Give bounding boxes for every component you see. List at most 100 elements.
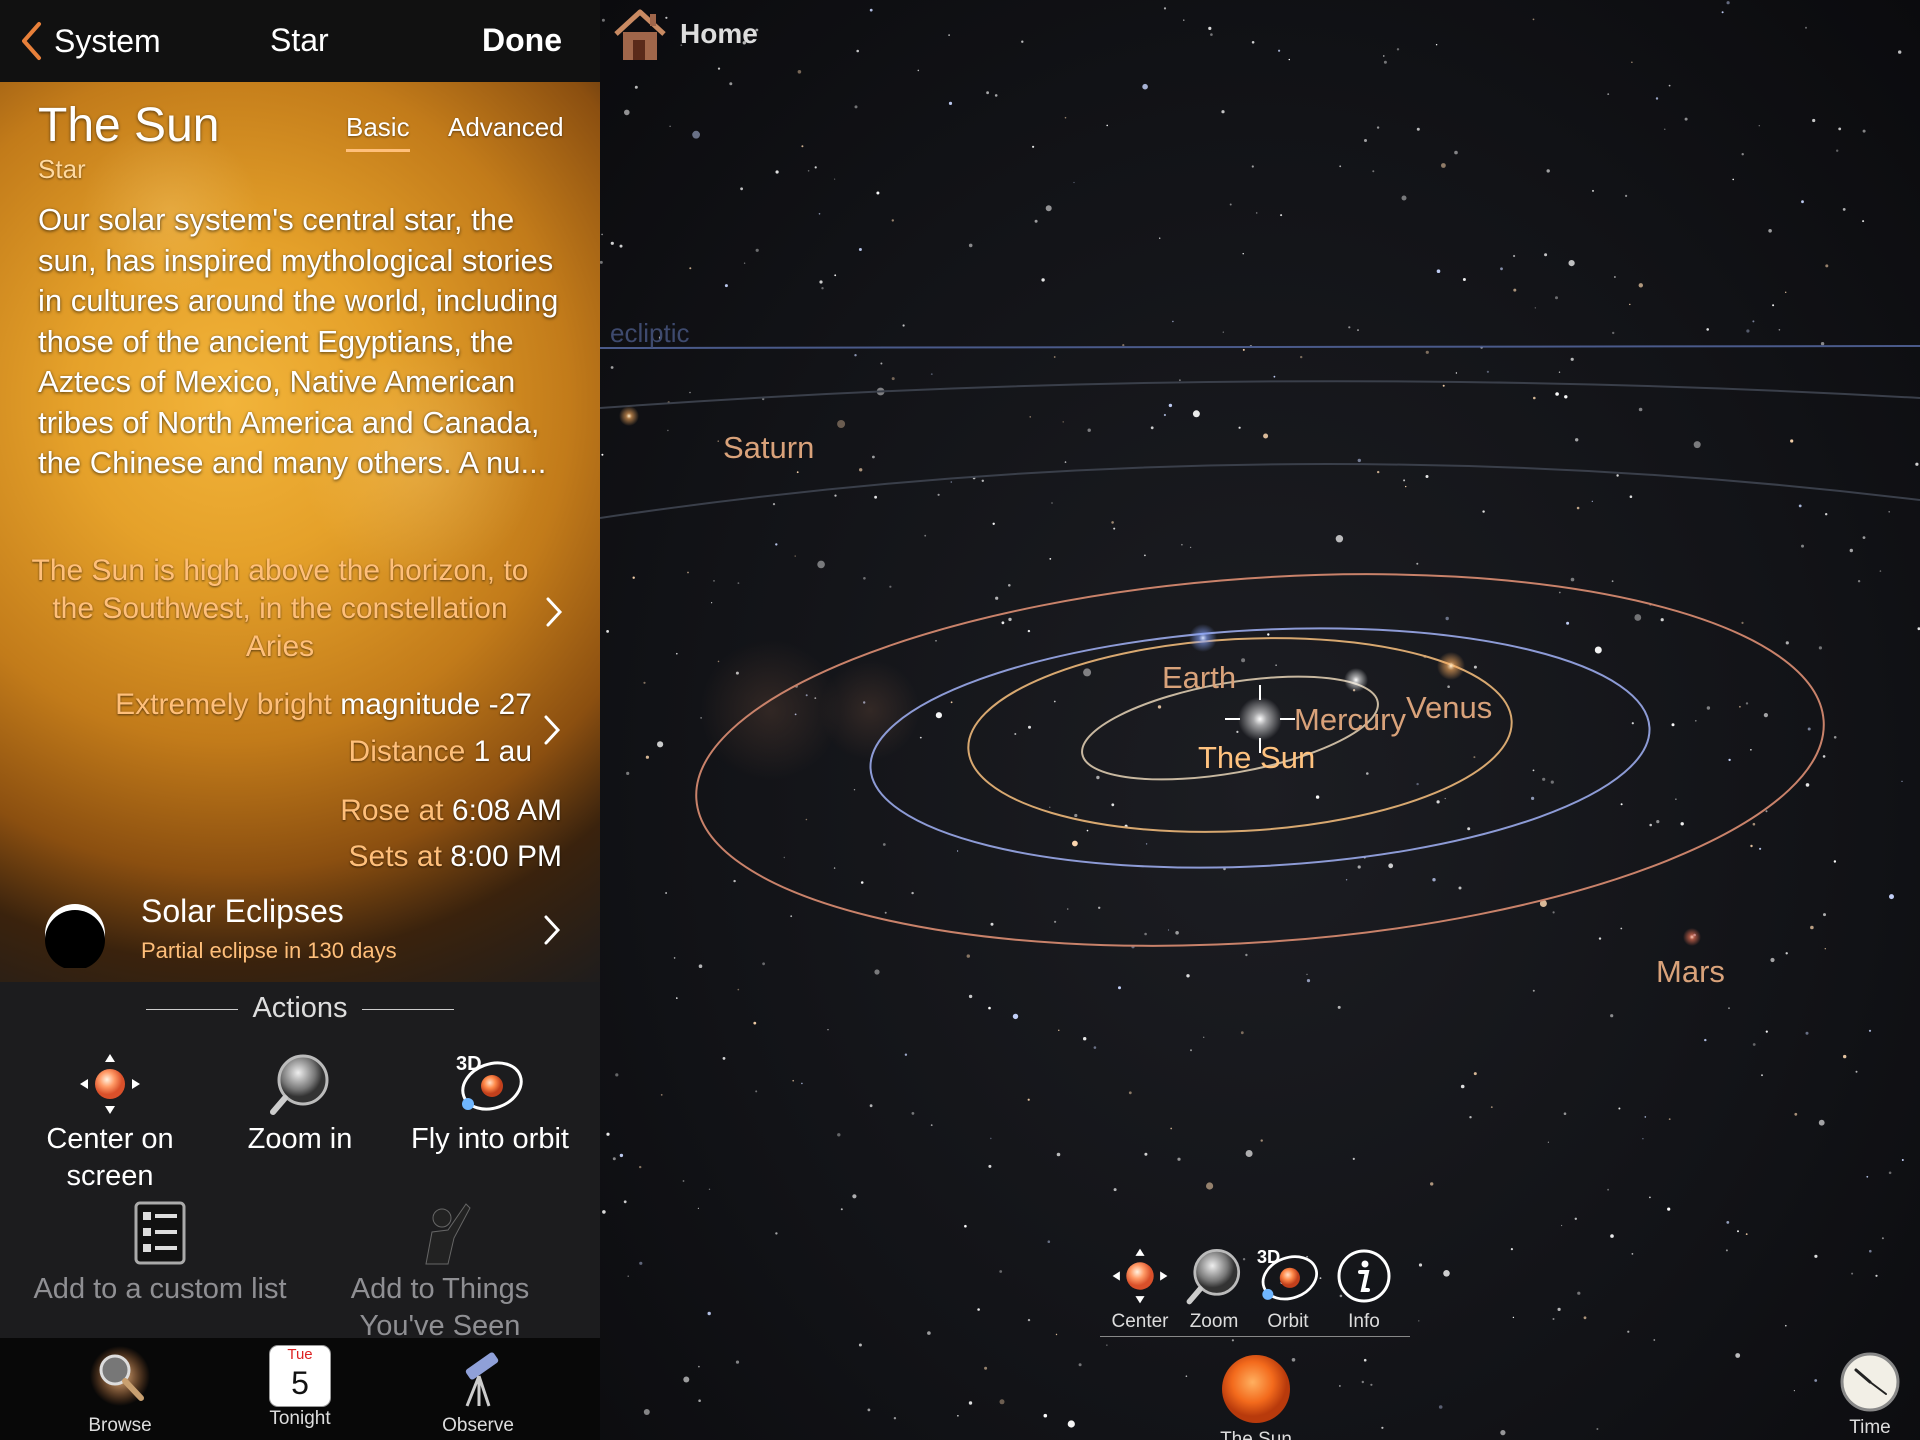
zoom-button[interactable]: Zoom xyxy=(1176,1246,1252,1333)
star xyxy=(927,1331,931,1335)
tab-tonight[interactable]: Tue 5 Tonight xyxy=(240,1346,360,1430)
star xyxy=(1591,500,1593,502)
star xyxy=(634,85,638,89)
center-on-screen-button[interactable]: Center on screen xyxy=(20,1052,200,1195)
star xyxy=(1616,474,1619,477)
back-button[interactable]: System xyxy=(20,18,161,64)
star xyxy=(1435,44,1438,46)
star xyxy=(1862,536,1866,539)
earth-planet[interactable] xyxy=(1189,624,1217,652)
star xyxy=(1045,205,1052,212)
tab-basic[interactable]: Basic xyxy=(346,112,410,152)
selected-object-button[interactable]: The Sun xyxy=(1206,1350,1306,1440)
center-button[interactable]: Center xyxy=(1102,1246,1178,1333)
star xyxy=(1467,827,1471,831)
saturn-label[interactable]: Saturn xyxy=(723,430,814,465)
star xyxy=(930,1124,933,1126)
add-to-custom-list-button[interactable]: Add to a custom list xyxy=(10,1200,310,1308)
star xyxy=(834,274,837,277)
star xyxy=(610,241,614,245)
venus-orbit xyxy=(967,637,1513,833)
sky-position-row[interactable]: The Sun is high above the horizon, to th… xyxy=(30,552,590,672)
star xyxy=(950,481,953,483)
star xyxy=(858,1343,862,1347)
star xyxy=(1824,948,1827,950)
star xyxy=(729,82,733,86)
done-button[interactable]: Done xyxy=(482,22,562,59)
star xyxy=(1113,1188,1117,1192)
star xyxy=(869,8,873,12)
star xyxy=(1684,117,1688,121)
star xyxy=(1631,722,1634,725)
saturn-planet[interactable] xyxy=(619,406,639,426)
star xyxy=(1532,18,1535,21)
star xyxy=(1510,1248,1513,1251)
star xyxy=(984,1366,988,1370)
tab-observe[interactable]: Observe xyxy=(418,1346,538,1437)
tab-browse[interactable]: Browse xyxy=(60,1346,180,1437)
sun-marker[interactable] xyxy=(1238,697,1282,741)
star xyxy=(817,560,825,569)
star xyxy=(676,997,678,999)
add-to-things-seen-button[interactable]: Add to Things You've Seen xyxy=(320,1200,560,1340)
time-button[interactable]: Time xyxy=(1830,1350,1910,1439)
star xyxy=(1557,1307,1561,1311)
venus-label[interactable]: Venus xyxy=(1406,690,1492,725)
star xyxy=(1634,614,1642,621)
star xyxy=(772,503,776,506)
sky-view[interactable]: ecliptic Saturn Earth Mercury Venus The … xyxy=(600,0,1920,1440)
magnifier-icon xyxy=(270,1054,329,1115)
star xyxy=(1388,863,1394,869)
star xyxy=(1500,267,1503,271)
star xyxy=(1915,462,1919,466)
chevron-right-icon xyxy=(544,915,561,945)
star xyxy=(1245,1150,1253,1157)
home-button[interactable]: Home xyxy=(612,4,758,64)
orbit-button[interactable]: 3D Orbit xyxy=(1250,1246,1326,1333)
mars-planet[interactable] xyxy=(1683,928,1701,946)
solar-eclipses-row[interactable]: Solar Eclipses Partial eclipse in 130 da… xyxy=(0,888,600,978)
star xyxy=(1028,725,1031,729)
object-name: The Sun xyxy=(38,99,220,152)
star xyxy=(1801,544,1804,548)
mercury-label[interactable]: Mercury xyxy=(1294,702,1406,737)
star xyxy=(1833,860,1837,863)
solar-system-map[interactable]: ecliptic Saturn Earth Mercury Venus The … xyxy=(600,0,1920,1440)
brightness-row[interactable]: Extremely bright magnitude -27 xyxy=(115,688,532,722)
star xyxy=(687,571,689,574)
venus-planet[interactable] xyxy=(1437,652,1465,680)
object-description[interactable]: Our solar system's central star, the sun… xyxy=(38,200,578,484)
star xyxy=(1315,795,1320,799)
star xyxy=(1695,720,1697,722)
fly-into-orbit-button[interactable]: 3D Fly into orbit xyxy=(390,1052,590,1158)
star xyxy=(1761,1074,1763,1077)
star xyxy=(1752,1043,1756,1046)
star xyxy=(1443,1270,1450,1277)
star xyxy=(1251,165,1254,168)
time-label: Time xyxy=(1849,1417,1891,1438)
star xyxy=(860,881,864,884)
star xyxy=(1118,986,1121,990)
star xyxy=(1849,548,1854,553)
earth-label[interactable]: Earth xyxy=(1162,660,1236,695)
info-button[interactable]: Info xyxy=(1326,1246,1402,1333)
star xyxy=(717,660,720,663)
star xyxy=(1576,506,1580,510)
star xyxy=(1759,847,1762,850)
chevron-right-icon[interactable] xyxy=(543,714,561,746)
sun-label[interactable]: The Sun xyxy=(1198,740,1315,775)
tab-advanced[interactable]: Advanced xyxy=(448,112,564,143)
star xyxy=(1041,278,1045,282)
mercury-planet[interactable] xyxy=(1344,668,1368,692)
star xyxy=(1575,438,1579,442)
zoom-in-button[interactable]: Zoom in xyxy=(210,1052,390,1158)
star xyxy=(1570,577,1575,582)
star xyxy=(1150,426,1154,430)
mars-label[interactable]: Mars xyxy=(1656,954,1725,989)
star xyxy=(1288,58,1290,61)
star xyxy=(797,70,802,74)
star xyxy=(724,284,728,288)
star xyxy=(737,988,740,991)
star xyxy=(1067,1420,1075,1428)
star xyxy=(1728,758,1731,762)
